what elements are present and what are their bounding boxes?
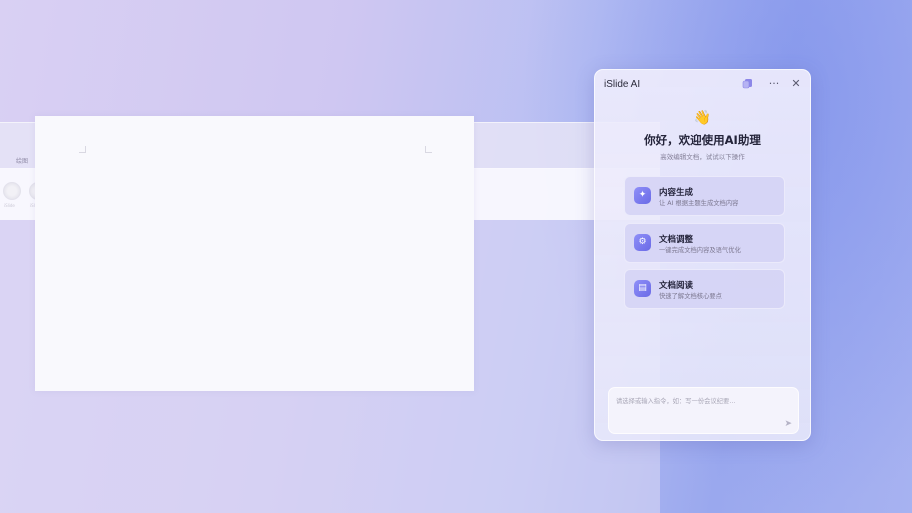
card-document-adjust[interactable]: ⚙ 文档调整 一键完成文档内容及语气优化 bbox=[624, 223, 785, 263]
close-icon[interactable]: ✕ bbox=[790, 78, 802, 90]
prompt-input-placeholder: 请选择或输入指令，如：写一份会议纪要... bbox=[616, 398, 736, 405]
ribbon-tool-label: iSlide bbox=[4, 203, 15, 208]
document-page[interactable] bbox=[35, 116, 474, 391]
panel-title: iSlide AI bbox=[604, 79, 641, 90]
margin-corner-mark bbox=[79, 146, 86, 153]
greeting-subtitle: 高效编辑文档，试试以下操作 bbox=[660, 153, 745, 161]
islide-ai-panel: iSlide AI ··· ✕ 👋 你好，欢迎使用AI助理 高效编辑文档，试试以… bbox=[594, 69, 811, 441]
ribbon-tab[interactable]: 绘图 bbox=[16, 156, 28, 165]
copy-icon[interactable] bbox=[741, 78, 753, 90]
adjust-doc-icon: ⚙ bbox=[634, 234, 651, 251]
margin-corner-mark bbox=[425, 146, 432, 153]
card-title: 内容生成 bbox=[659, 188, 694, 198]
greeting-title: 你好，欢迎使用AI助理 bbox=[644, 133, 761, 147]
prompt-input[interactable]: 请选择或输入指令，如：写一份会议纪要... ➤ bbox=[608, 387, 799, 434]
read-doc-icon: ▤ bbox=[634, 280, 651, 297]
card-document-reading[interactable]: ▤ 文档阅读 快速了解文档核心要点 bbox=[624, 269, 785, 309]
wave-icon: 👋 bbox=[693, 110, 712, 126]
card-title: 文档阅读 bbox=[659, 281, 694, 291]
card-description: 让 AI 根据主题生成文档内容 bbox=[659, 200, 739, 207]
card-description: 一键完成文档内容及语气优化 bbox=[659, 247, 741, 254]
card-title: 文档调整 bbox=[659, 235, 694, 245]
ribbon-tool-icon[interactable] bbox=[3, 182, 21, 200]
more-icon[interactable]: ··· bbox=[768, 78, 780, 90]
card-description: 快速了解文档核心要点 bbox=[659, 293, 722, 300]
send-icon[interactable]: ➤ bbox=[784, 419, 792, 429]
card-content-generation[interactable]: ✦ 内容生成 让 AI 根据主题生成文档内容 bbox=[624, 176, 785, 216]
sparkle-icon: ✦ bbox=[634, 187, 651, 204]
